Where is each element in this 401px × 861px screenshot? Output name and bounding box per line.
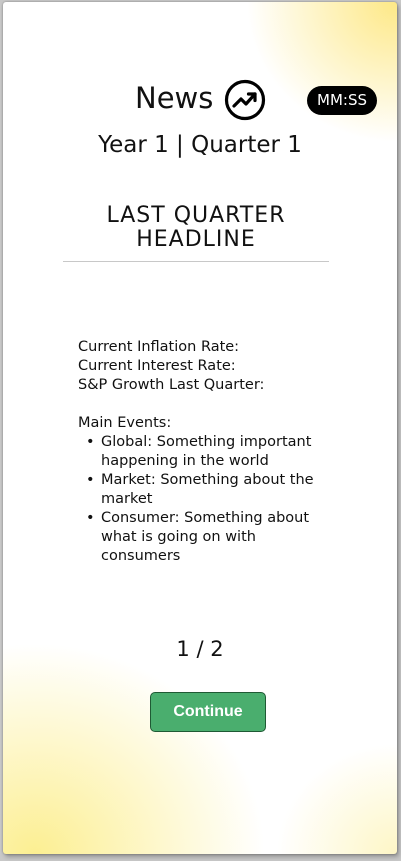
page-indicator: 1 / 2 [176,637,224,661]
sp-growth-label: S&P Growth Last Quarter: [78,377,265,393]
page-title: News [135,81,214,115]
main-events-list: Global: Something important happening in… [78,433,378,566]
list-item: Consumer: Something about what is going … [78,509,333,566]
list-item: Global: Something important happening in… [78,433,333,471]
trending-up-icon [224,79,266,121]
main-events-title: Main Events: [78,415,172,431]
list-item: Market: Something about the market [78,471,333,509]
timer-badge: MM:SS [307,86,377,115]
inflation-rate-label: Current Inflation Rate: [78,339,240,355]
header: News MM:SS [3,78,397,122]
news-screen: News MM:SS Year 1 | Quarter 1 LAST QUART… [3,2,397,854]
headline-divider [63,261,329,262]
headline: LAST QUARTER HEADLINE [106,203,286,252]
interest-rate-label: Current Interest Rate: [78,358,236,374]
year-quarter-label: Year 1 | Quarter 1 [98,132,302,158]
continue-button[interactable]: Continue [150,692,266,732]
news-body: Current Inflation Rate: Current Interest… [78,338,378,566]
